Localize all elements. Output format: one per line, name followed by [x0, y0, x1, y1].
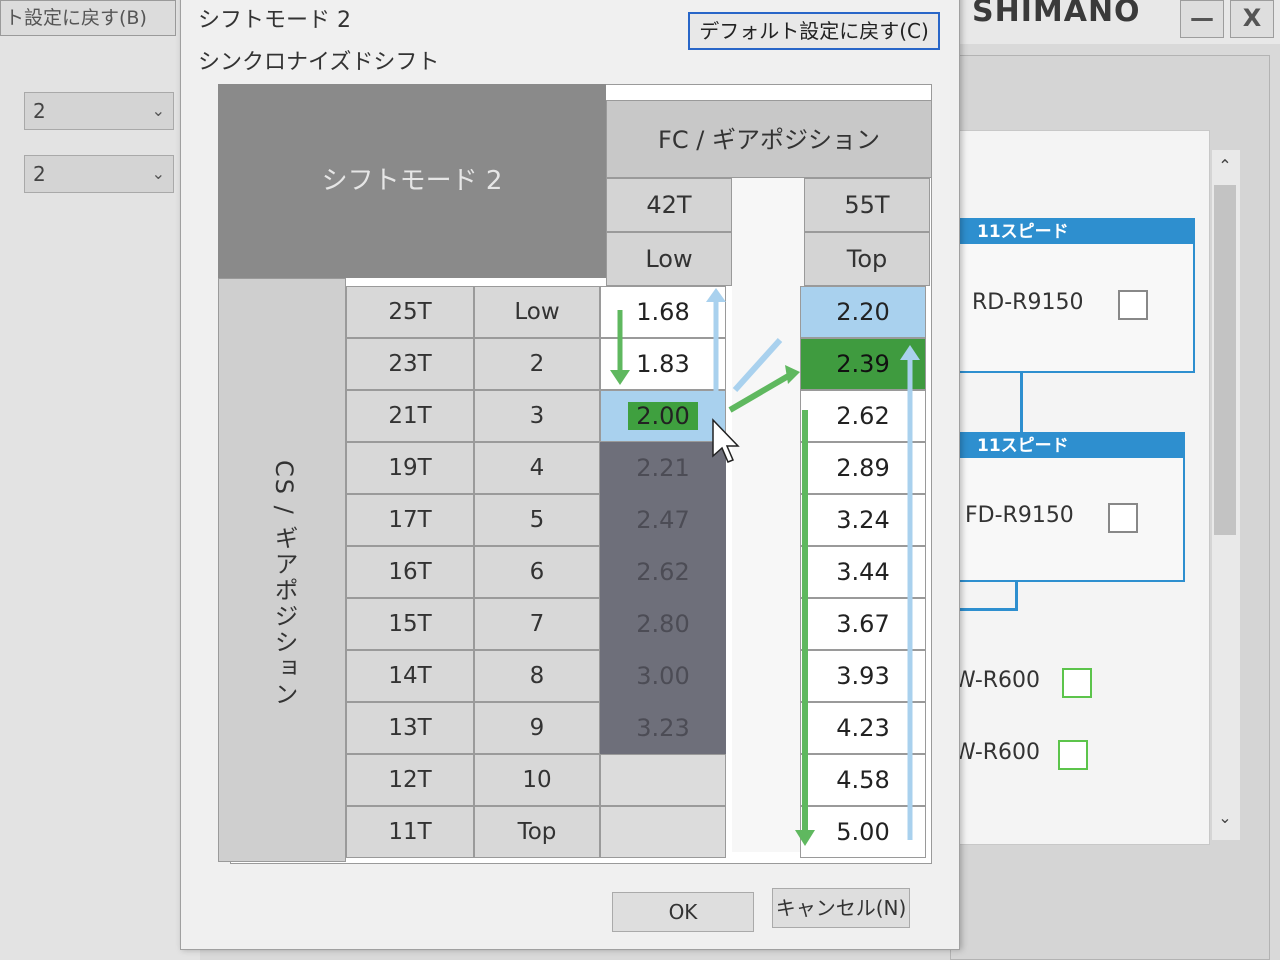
cs-teeth-cell: 21T — [346, 390, 474, 442]
cs-teeth-cell: 15T — [346, 598, 474, 650]
arrow-cross-icon — [728, 337, 800, 413]
cs-position-cell: 6 — [474, 546, 600, 598]
component-label: FD-R9150 — [965, 503, 1074, 528]
checkbox[interactable] — [1058, 740, 1088, 770]
fc-header: FC / ギアポジション — [606, 100, 932, 178]
cs-header: CS / ギアポジション — [270, 460, 298, 708]
cs-position-cell: Low — [474, 286, 600, 338]
arrow-long-down-icon — [795, 410, 815, 846]
arrow-up-icon — [706, 288, 726, 420]
ok-button[interactable]: OK — [612, 892, 754, 932]
cs-teeth-cell: 23T — [346, 338, 474, 390]
arrow-long-up-icon — [900, 345, 920, 840]
cursor-icon — [712, 418, 740, 463]
select-1-value: 2 — [33, 99, 46, 123]
shift-arrows — [610, 288, 920, 846]
fc-teeth-42: 42T — [606, 178, 732, 232]
cs-position-cell: 10 — [474, 754, 600, 806]
component-header: 11スピード — [957, 220, 1193, 244]
cs-position-cell: 5 — [474, 494, 600, 546]
fc-pos-top: Top — [804, 232, 930, 286]
restore-defaults-button[interactable]: デフォルト設定に戻す(C) — [688, 12, 940, 50]
fc-teeth-55: 55T — [804, 178, 930, 232]
mode-header: シフトモード 2 — [218, 84, 606, 278]
cs-position-cell: 4 — [474, 442, 600, 494]
component-header: 11スピード — [957, 434, 1183, 458]
dialog-title: シフトモード 2 — [198, 8, 351, 33]
chevron-down-icon: ⌄ — [151, 101, 165, 120]
arrow-down-icon — [610, 310, 630, 385]
dialog-subtitle: シンクロナイズドシフト — [198, 50, 440, 75]
cs-position-cell: 3 — [474, 390, 600, 442]
chevron-down-icon: ⌄ — [151, 164, 165, 183]
select-2-value: 2 — [33, 162, 46, 186]
connector-line — [1015, 582, 1018, 610]
cs-teeth-cell: 11T — [346, 806, 474, 858]
cancel-button[interactable]: キャンセル(N) — [772, 888, 910, 928]
cs-position-cell: Top — [474, 806, 600, 858]
checkbox[interactable] — [1118, 290, 1148, 320]
cs-teeth-cell: 17T — [346, 494, 474, 546]
cs-position-cell: 9 — [474, 702, 600, 754]
connector-line — [955, 608, 1018, 611]
select-1[interactable]: 2 ⌄ — [24, 92, 174, 130]
cs-teeth-cell: 12T — [346, 754, 474, 806]
connector-line — [1020, 373, 1023, 433]
reset-settings-button[interactable]: ト設定に戻す(B) — [0, 0, 176, 36]
cs-teeth-cell: 13T — [346, 702, 474, 754]
cs-teeth-cell: 14T — [346, 650, 474, 702]
scroll-down-icon[interactable]: ⌄ — [1214, 808, 1236, 827]
scrollbar-thumb[interactable] — [1214, 185, 1236, 535]
fc-pos-low: Low — [606, 232, 732, 286]
select-2[interactable]: 2 ⌄ — [24, 155, 174, 193]
cs-position-cell: 8 — [474, 650, 600, 702]
cs-position-cell: 2 — [474, 338, 600, 390]
checkbox[interactable] — [1062, 668, 1092, 698]
brand-logo: SHIMANO — [972, 0, 1141, 29]
component-label: RD-R9150 — [972, 290, 1084, 315]
close-button[interactable]: X — [1230, 0, 1274, 38]
cs-position-cell: 7 — [474, 598, 600, 650]
minimize-button[interactable]: — — [1180, 0, 1224, 38]
checkbox[interactable] — [1108, 503, 1138, 533]
scroll-up-icon[interactable]: ⌃ — [1214, 156, 1236, 175]
cs-teeth-cell: 19T — [346, 442, 474, 494]
cs-teeth-cell: 25T — [346, 286, 474, 338]
background-left-panel — [0, 0, 200, 960]
cs-teeth-cell: 16T — [346, 546, 474, 598]
